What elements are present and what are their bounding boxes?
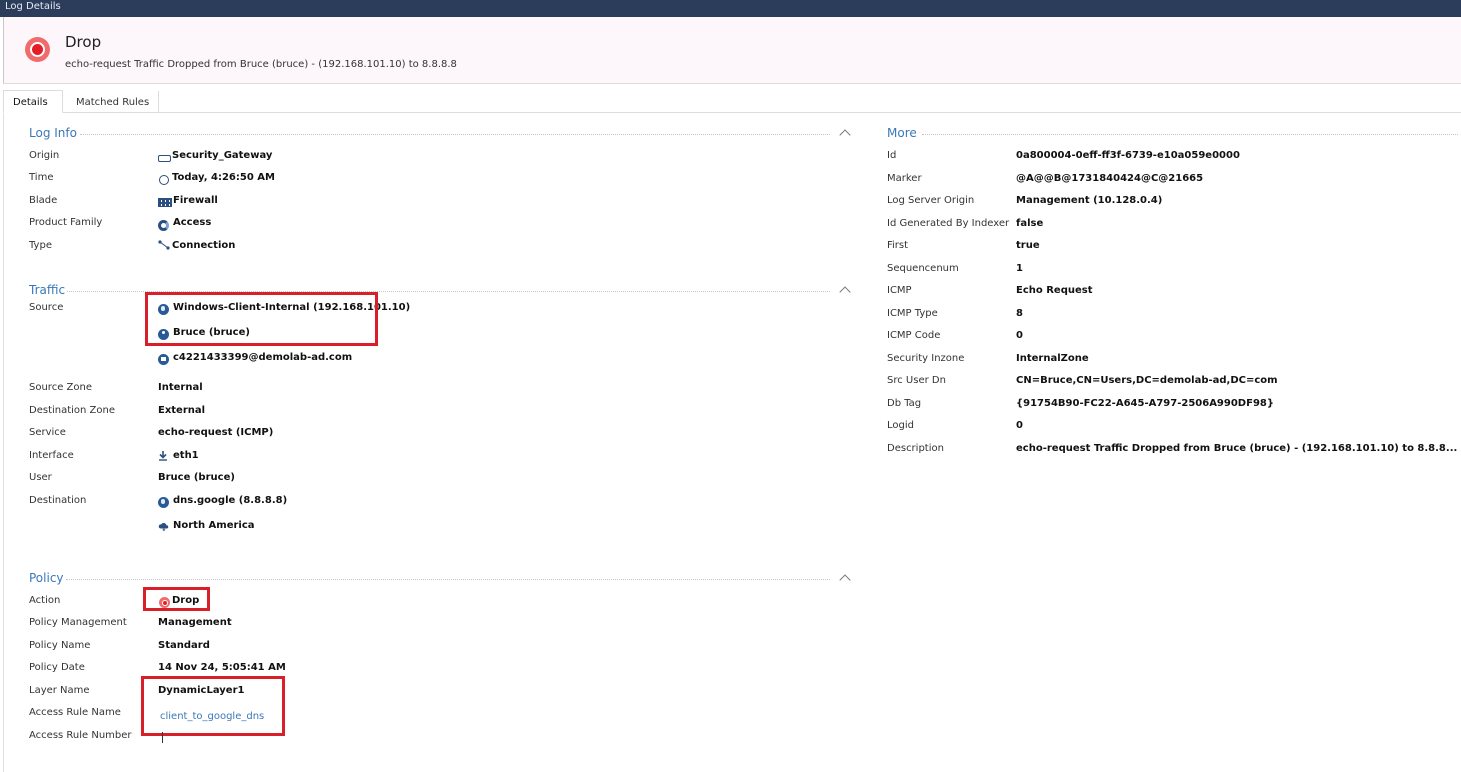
section-divider <box>66 579 830 580</box>
more-label: First <box>887 240 909 251</box>
more-value: {91754B90-FC22-A645-A797-2506A990DF98} <box>1016 398 1274 409</box>
source-highlight-box <box>145 292 378 346</box>
more-value: InternalZone <box>1016 353 1089 364</box>
more-label: Marker <box>887 173 922 184</box>
policy-label-name: Policy Name <box>29 640 91 651</box>
log-info-value-type: Connection <box>172 240 236 251</box>
window-title: Log Details <box>5 1 61 12</box>
section-title-log-info: Log Info <box>29 126 77 140</box>
log-info-label-time: Time <box>29 172 54 183</box>
globe-icon <box>158 497 169 508</box>
more-value: false <box>1016 218 1044 229</box>
log-info-label-blade: Blade <box>29 195 58 206</box>
log-info-value-time: Today, 4:26:50 AM <box>172 172 275 183</box>
section-divider <box>922 134 1458 135</box>
log-info-value-origin: Security_Gateway <box>172 150 273 161</box>
more-value: 0 <box>1016 330 1023 341</box>
text-cursor <box>162 732 163 743</box>
source-machine: c4221433399@demolab-ad.com <box>173 352 353 363</box>
section-title-more: More <box>887 126 917 140</box>
access-icon <box>158 220 169 231</box>
collapse-traffic-chevron-icon[interactable] <box>839 286 851 298</box>
traffic-label-destination-zone: Destination Zone <box>29 405 116 416</box>
cloud-icon <box>158 522 169 531</box>
tab-details[interactable]: Details <box>3 90 63 113</box>
policy-label-layer-name: Layer Name <box>29 685 90 696</box>
rule-highlight-box <box>141 676 285 736</box>
more-value: Echo Request <box>1016 285 1093 296</box>
firewall-icon <box>158 198 172 207</box>
more-value: @A@@B@1731840424@C@21665 <box>1016 173 1204 184</box>
policy-value-management: Management <box>158 617 232 628</box>
log-info-label-type: Type <box>29 240 52 251</box>
more-value: 0a800004-0eff-ff3f-6739-e10a059e0000 <box>1016 150 1240 161</box>
policy-value-date: 14 Nov 24, 5:05:41 AM <box>158 662 286 673</box>
more-label: Security Inzone <box>887 353 965 364</box>
log-title: Drop <box>65 33 102 51</box>
collapse-log-info-chevron-icon[interactable] <box>839 129 851 141</box>
tab-matched-rules[interactable]: Matched Rules <box>67 91 160 112</box>
policy-value-name: Standard <box>158 640 210 651</box>
policy-label-action: Action <box>29 595 61 606</box>
policy-label-access-rule-number: Access Rule Number <box>29 730 132 741</box>
traffic-value-service: echo-request (ICMP) <box>158 427 274 438</box>
more-label: Logid <box>887 420 914 431</box>
section-title-traffic: Traffic <box>29 283 66 297</box>
more-value: Management (10.128.0.4) <box>1016 195 1163 206</box>
traffic-label-destination: Destination <box>29 495 87 506</box>
traffic-label-user: User <box>29 472 52 483</box>
clock-icon <box>159 175 169 185</box>
policy-label-management: Policy Management <box>29 617 127 628</box>
more-label: Db Tag <box>887 398 922 409</box>
log-info-value-blade: Firewall <box>173 195 218 206</box>
log-info-label-origin: Origin <box>29 150 60 161</box>
section-title-policy: Policy <box>29 571 64 585</box>
more-value: 1 <box>1016 263 1023 274</box>
download-arrow-icon <box>159 451 167 461</box>
log-subtitle: echo-request Traffic Dropped from Bruce … <box>65 59 457 70</box>
destination-region: North America <box>173 520 255 531</box>
traffic-label-service: Service <box>29 427 66 438</box>
more-label: Id Generated By Indexer <box>887 218 1010 229</box>
log-info-label-product-family: Product Family <box>29 217 103 228</box>
more-value: echo-request Traffic Dropped from Bruce … <box>1016 443 1458 454</box>
panel-border <box>3 113 4 772</box>
more-value: 0 <box>1016 420 1023 431</box>
connection-icon <box>158 240 170 250</box>
more-label: ICMP Code <box>887 330 941 341</box>
more-label: Id <box>887 150 897 161</box>
more-label: ICMP <box>887 285 912 296</box>
more-value: 8 <box>1016 308 1023 319</box>
gateway-icon <box>158 155 171 162</box>
traffic-label-interface: Interface <box>29 450 74 461</box>
policy-label-date: Policy Date <box>29 662 85 673</box>
more-label: Description <box>887 443 944 454</box>
traffic-value-destination-zone: External <box>158 405 206 416</box>
window-title-bar: Log Details <box>0 0 1461 17</box>
traffic-label-source-zone: Source Zone <box>29 382 92 393</box>
traffic-value-user: Bruce (bruce) <box>158 472 235 483</box>
log-header: Drop echo-request Traffic Dropped from B… <box>3 17 1461 84</box>
more-label: Sequencenum <box>887 263 959 274</box>
destination-host: dns.google (8.8.8.8) <box>173 495 288 506</box>
drop-icon <box>25 37 50 62</box>
traffic-value-interface: eth1 <box>173 450 199 461</box>
computer-icon <box>158 354 169 365</box>
traffic-value-source-zone: Internal <box>158 382 203 393</box>
collapse-policy-chevron-icon[interactable] <box>839 574 851 586</box>
more-value: true <box>1016 240 1040 251</box>
more-label: ICMP Type <box>887 308 938 319</box>
log-info-value-product-family: Access <box>173 217 212 228</box>
more-label: Log Server Origin <box>887 195 975 206</box>
more-label: Src User Dn <box>887 375 946 386</box>
policy-label-access-rule-name: Access Rule Name <box>29 707 121 718</box>
traffic-label-source: Source <box>29 302 64 313</box>
section-divider <box>80 134 830 135</box>
action-highlight-box <box>143 587 210 611</box>
tab-bar: Details Matched Rules <box>3 90 1461 113</box>
more-value: CN=Bruce,CN=Users,DC=demolab-ad,DC=com <box>1016 375 1278 386</box>
